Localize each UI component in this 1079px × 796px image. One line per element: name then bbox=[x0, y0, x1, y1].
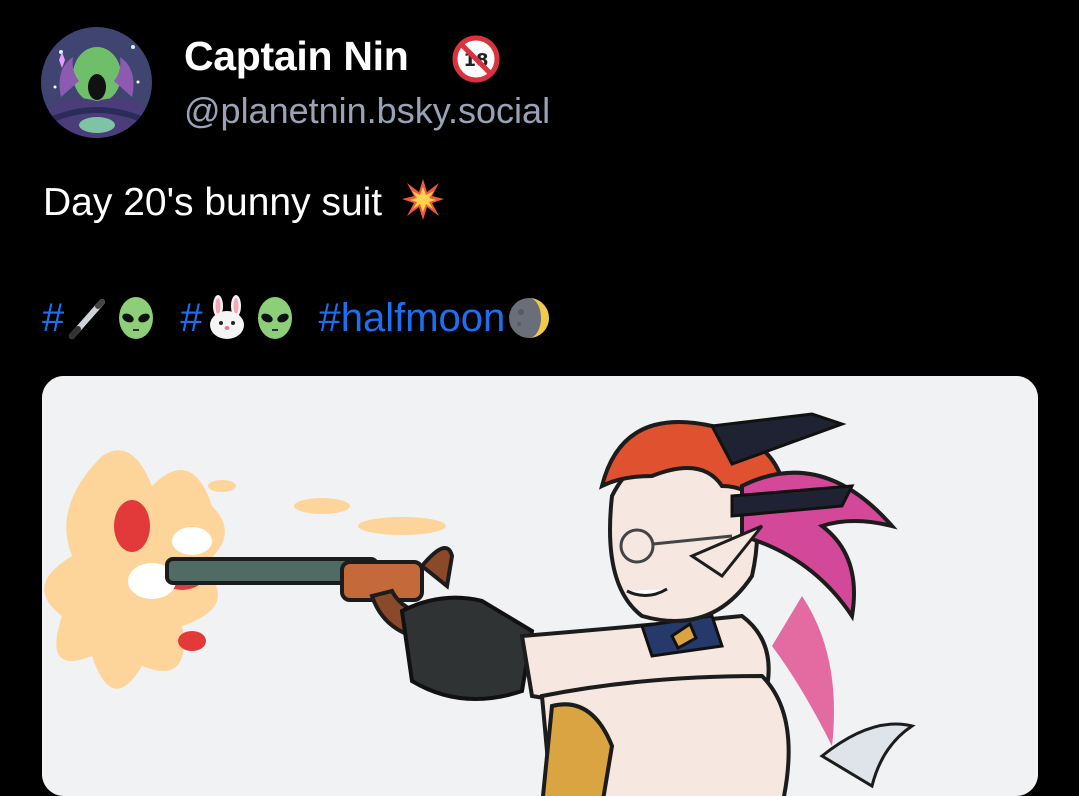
avatar[interactable] bbox=[41, 27, 152, 138]
author-display-name[interactable]: Captain Nin bbox=[184, 33, 409, 80]
rabbit-face-icon bbox=[209, 295, 244, 339]
hashtag-rabbit-alien[interactable]: # bbox=[180, 294, 298, 342]
pen-icon bbox=[69, 299, 106, 339]
alien-icon bbox=[257, 297, 292, 339]
hashtag-halfmoon[interactable]: #halfmoon bbox=[319, 294, 554, 342]
moon-icon bbox=[509, 298, 550, 338]
hashtag-text: # bbox=[180, 295, 203, 340]
adults-only-icon: 18 bbox=[452, 35, 500, 83]
hashtag-text: # bbox=[42, 295, 65, 340]
hashtag-text: #halfmoon bbox=[318, 295, 506, 340]
artwork-bunny-suit-gunslinger bbox=[42, 376, 1038, 796]
alien-character-avatar bbox=[41, 27, 152, 138]
author-handle[interactable]: @planetnin.bsky.social bbox=[184, 90, 550, 132]
alien-icon bbox=[119, 297, 154, 339]
collision-icon bbox=[401, 179, 444, 220]
hashtag-row: # # #halfmoon bbox=[42, 288, 573, 348]
post-image[interactable] bbox=[42, 376, 1038, 796]
post-text-content: Day 20's bunny suit bbox=[43, 181, 383, 224]
post-text: Day 20's bunny suit bbox=[43, 177, 445, 225]
hashtag-pen-alien[interactable]: # bbox=[42, 294, 160, 342]
